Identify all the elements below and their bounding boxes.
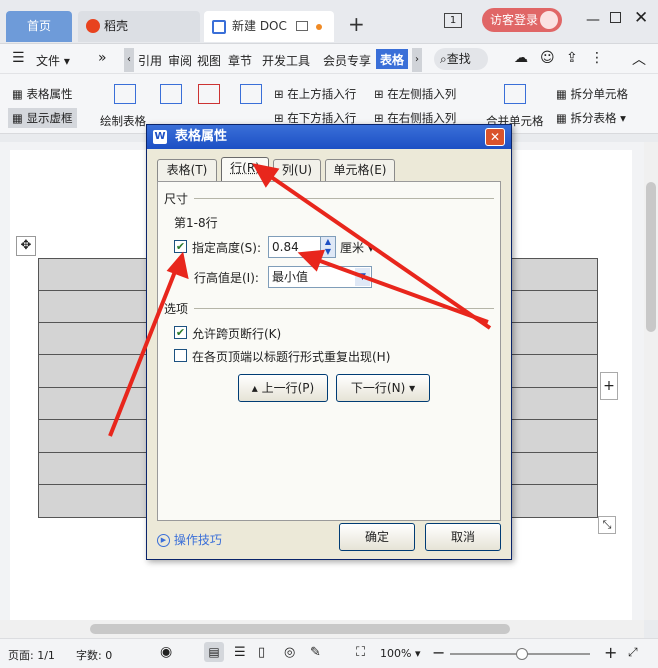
page-status: 页面: 1/1 [8,649,55,662]
zoom-value: 100% [380,647,412,660]
fullscreen-icon[interactable]: ⤢ [628,645,638,660]
page-view-icon[interactable]: ▤ [204,642,224,662]
zoom-select[interactable]: 100% ▾ [380,647,420,660]
arrow-head-row-tab [252,163,280,188]
arrow-head-height-value [297,249,326,272]
web-view-icon[interactable]: ◎ [284,645,295,660]
arrow-to-checkbox [108,263,180,437]
eye-icon[interactable]: ◉ [160,644,172,660]
word-count: 字数: 0 [76,649,113,662]
read-view-icon[interactable]: ▯ [258,645,265,660]
arrow-head-checkbox [166,251,189,280]
annotation-arrows [108,163,492,437]
pen-icon[interactable]: ✎ [310,645,321,660]
zoom-out-icon[interactable]: − [432,643,445,662]
fit-icon[interactable]: ⛶ [356,645,365,660]
zoom-slider-thumb[interactable] [516,648,528,660]
outline-view-icon[interactable]: ☰ [234,645,246,660]
zoom-slider[interactable] [450,648,590,660]
zoom-in-icon[interactable]: + [604,643,617,662]
arrow-to-row-tab [262,170,492,330]
